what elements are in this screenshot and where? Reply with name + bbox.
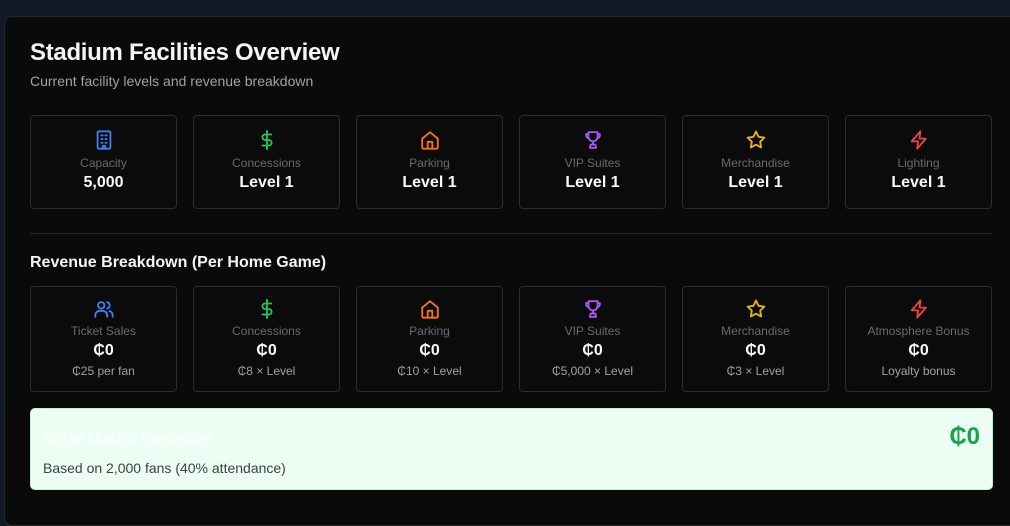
facility-value: Level 1 (565, 174, 620, 191)
home-icon (419, 298, 441, 320)
total-revenue-label: Total Match Revenue (43, 429, 212, 448)
dollar-icon (256, 129, 278, 151)
facility-card-parking: Parking Level 1 (356, 115, 503, 209)
revenue-formula: Loyalty bonus (881, 364, 956, 378)
revenue-value: ₵0 (908, 342, 929, 359)
facility-card-concessions: Concessions Level 1 (193, 115, 340, 209)
lightning-icon (908, 129, 930, 151)
facility-card-capacity: Capacity 5,000 (30, 115, 177, 209)
facility-card-merchandise: Merchandise Level 1 (682, 115, 829, 209)
users-icon (93, 298, 115, 320)
revenue-card-merchandise: Merchandise ₵0 ₵3 × Level (682, 286, 829, 392)
total-revenue-note: Based on 2,000 fans (40% attendance) (43, 460, 286, 476)
facility-levels-row: Capacity 5,000 Concessions Level 1 Parki… (30, 115, 992, 209)
facility-label: VIP Suites (564, 156, 621, 170)
facility-value: 5,000 (83, 174, 124, 191)
total-revenue-box: Total Match Revenue ₵0 Based on 2,000 fa… (30, 408, 993, 490)
revenue-formula: ₵10 × Level (397, 364, 462, 378)
revenue-card-concessions: Concessions ₵0 ₵8 × Level (193, 286, 340, 392)
total-revenue-value: ₵0 (949, 423, 980, 450)
facility-value: Level 1 (891, 174, 946, 191)
facility-label: Capacity (80, 156, 127, 170)
revenue-formula: ₵25 per fan (72, 364, 135, 378)
revenue-section-title: Revenue Breakdown (Per Home Game) (30, 254, 327, 271)
building-icon (93, 129, 115, 151)
revenue-formula: ₵8 × Level (237, 364, 296, 378)
facility-label: Parking (409, 156, 450, 170)
facility-value: Level 1 (239, 174, 294, 191)
page-subtitle: Current facility levels and revenue brea… (30, 73, 314, 89)
facility-value: Level 1 (402, 174, 457, 191)
facility-card-lighting: Lighting Level 1 (845, 115, 992, 209)
revenue-card-vip-suites: VIP Suites ₵0 ₵5,000 × Level (519, 286, 666, 392)
revenue-label: Ticket Sales (71, 324, 136, 338)
revenue-value: ₵0 (745, 342, 766, 359)
revenue-label: Concessions (232, 324, 301, 338)
revenue-breakdown-row: Ticket Sales ₵0 ₵25 per fan Concessions … (30, 286, 992, 392)
revenue-formula: ₵5,000 × Level (551, 364, 634, 378)
revenue-card-parking: Parking ₵0 ₵10 × Level (356, 286, 503, 392)
dollar-icon (256, 298, 278, 320)
revenue-value: ₵0 (419, 342, 440, 359)
revenue-value: ₵0 (582, 342, 603, 359)
revenue-label: VIP Suites (564, 324, 621, 338)
lightning-icon (908, 298, 930, 320)
facilities-panel: Stadium Facilities Overview Current faci… (4, 16, 1010, 526)
home-icon (419, 129, 441, 151)
revenue-formula: ₵3 × Level (726, 364, 785, 378)
facility-label: Merchandise (721, 156, 790, 170)
facility-label: Lighting (897, 156, 940, 170)
revenue-card-atmosphere-bonus: Atmosphere Bonus ₵0 Loyalty bonus (845, 286, 992, 392)
facility-card-vip-suites: VIP Suites Level 1 (519, 115, 666, 209)
facility-label: Concessions (232, 156, 301, 170)
trophy-icon (582, 298, 604, 320)
revenue-value: ₵0 (256, 342, 277, 359)
revenue-label: Merchandise (721, 324, 790, 338)
page-title: Stadium Facilities Overview (30, 39, 340, 66)
star-icon (745, 129, 767, 151)
revenue-card-ticket-sales: Ticket Sales ₵0 ₵25 per fan (30, 286, 177, 392)
revenue-value: ₵0 (93, 342, 114, 359)
revenue-label: Atmosphere Bonus (867, 324, 970, 338)
facility-value: Level 1 (728, 174, 783, 191)
trophy-icon (582, 129, 604, 151)
star-icon (745, 298, 767, 320)
revenue-label: Parking (409, 324, 450, 338)
section-divider (30, 233, 993, 234)
